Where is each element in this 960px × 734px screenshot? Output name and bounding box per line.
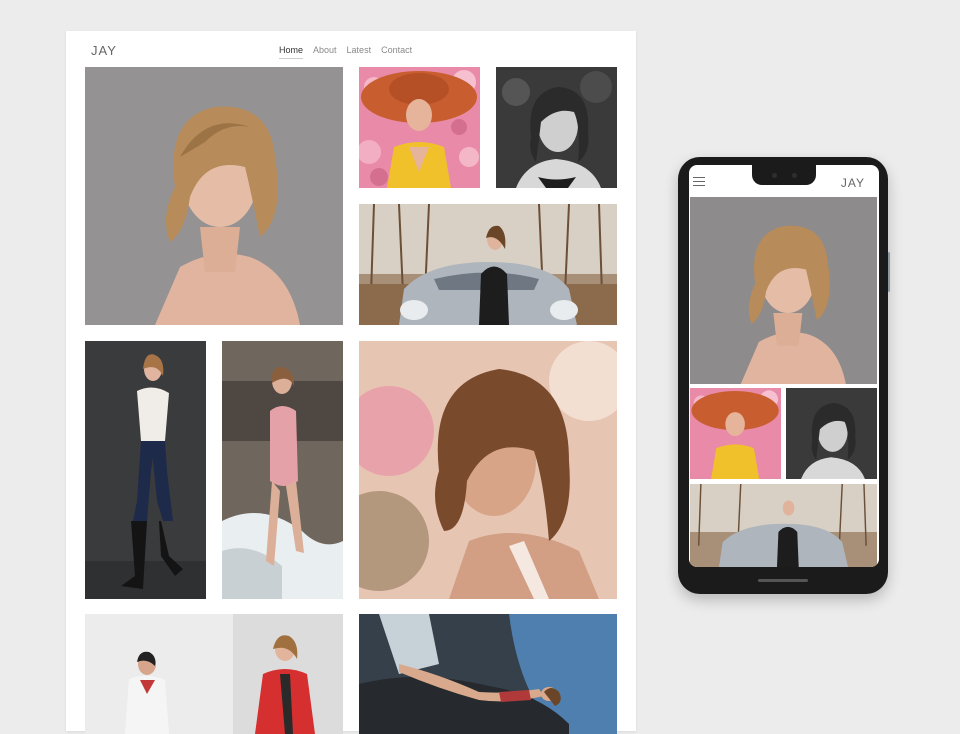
phone-side-button xyxy=(888,252,890,292)
phone-photo-bw-portrait[interactable] xyxy=(786,388,877,479)
photo-orange-hat[interactable] xyxy=(359,67,480,188)
phone-site-logo[interactable]: JAY xyxy=(841,176,865,190)
desktop-preview: JAY Home About Latest Contact xyxy=(66,31,636,734)
phone-home-bar xyxy=(758,579,808,582)
photo-bw-portrait[interactable] xyxy=(496,67,617,188)
photo-car-woods[interactable] xyxy=(359,204,617,325)
nav-home-link[interactable]: Home xyxy=(279,45,304,59)
photo-portrait-grey[interactable] xyxy=(85,67,343,325)
phone-notch xyxy=(752,165,816,185)
nav-contact-link[interactable]: Contact xyxy=(381,45,412,59)
phone-photo-orange-hat[interactable] xyxy=(690,388,781,479)
photo-waterfall-pink[interactable] xyxy=(222,341,343,599)
photo-rocks-waterfall[interactable] xyxy=(359,614,617,734)
phone-photo-car-woods[interactable] xyxy=(690,484,877,567)
nav-latest-link[interactable]: Latest xyxy=(347,45,372,59)
photo-closeup-warm[interactable] xyxy=(359,341,617,599)
hamburger-menu-icon[interactable] xyxy=(693,177,705,187)
photo-studio-standing[interactable] xyxy=(85,341,206,599)
main-nav: Home About Latest Contact xyxy=(279,45,412,59)
phone-screen: JAY xyxy=(689,165,879,567)
phone-photo-portrait-grey[interactable] xyxy=(690,197,877,384)
phone-mockup: JAY xyxy=(678,157,890,594)
nav-about-link[interactable]: About xyxy=(313,45,337,59)
photo-duo-studio[interactable] xyxy=(85,614,343,734)
site-logo[interactable]: JAY xyxy=(91,43,117,58)
